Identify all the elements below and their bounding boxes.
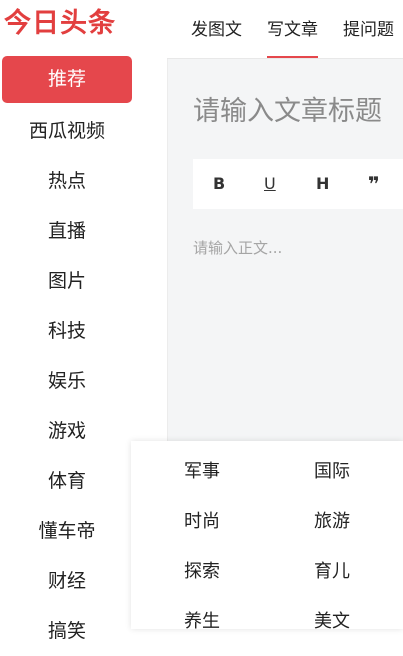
sidebar-nav: 推荐 西瓜视频 热点 直播 图片 科技 娱乐 游戏 体育 懂车帝 财经 搞笑 xyxy=(0,56,134,656)
dropdown-item-parenting[interactable]: 育儿 xyxy=(314,560,350,584)
sidebar-item-games[interactable]: 游戏 xyxy=(0,406,134,456)
sidebar-item-hot[interactable]: 热点 xyxy=(0,156,134,206)
sidebar-item-finance[interactable]: 财经 xyxy=(0,556,134,606)
sidebar-item-live[interactable]: 直播 xyxy=(0,206,134,256)
dropdown-item-explore[interactable]: 探索 xyxy=(184,560,220,584)
publish-tabbar: 发图文 写文章 提问题 xyxy=(167,0,403,59)
sidebar-item-xigua-video[interactable]: 西瓜视频 xyxy=(0,106,134,156)
tab-ask-question[interactable]: 提问题 xyxy=(343,0,394,58)
more-channels-dropdown: 军事 国际 时尚 旅游 探索 育儿 养生 美文 xyxy=(131,441,403,632)
article-body-input[interactable]: 请输入正文... xyxy=(193,237,282,258)
sidebar-item-funny[interactable]: 搞笑 xyxy=(0,606,134,656)
article-title-input[interactable]: 请输入文章标题 xyxy=(193,89,403,128)
sidebar-item-pictures[interactable]: 图片 xyxy=(0,256,134,306)
tab-write-article[interactable]: 写文章 xyxy=(267,0,318,58)
dropdown-item-international[interactable]: 国际 xyxy=(314,460,350,484)
heading-button[interactable]: H xyxy=(316,159,329,209)
quote-icon[interactable]: ❞ xyxy=(368,159,380,209)
sidebar-item-dongchedi[interactable]: 懂车帝 xyxy=(0,506,134,556)
dropdown-item-health[interactable]: 养生 xyxy=(184,610,220,634)
sidebar-item-tech[interactable]: 科技 xyxy=(0,306,134,356)
tab-post-image-text[interactable]: 发图文 xyxy=(191,0,242,58)
sidebar-item-entertainment[interactable]: 娱乐 xyxy=(0,356,134,406)
dropdown-item-military[interactable]: 军事 xyxy=(184,460,220,484)
sidebar-item-sports[interactable]: 体育 xyxy=(0,456,134,506)
dropdown-item-travel[interactable]: 旅游 xyxy=(314,510,350,534)
bold-button[interactable]: B xyxy=(213,159,225,209)
underline-button[interactable]: U xyxy=(264,159,276,209)
logo[interactable]: 今日头条 xyxy=(4,4,116,44)
editor-toolbar: B U H ❞ xyxy=(193,159,403,209)
sidebar-item-recommend[interactable]: 推荐 xyxy=(2,56,132,103)
dropdown-item-fashion[interactable]: 时尚 xyxy=(184,510,220,534)
dropdown-item-essays[interactable]: 美文 xyxy=(314,610,350,634)
sidebar: 今日头条 推荐 西瓜视频 热点 直播 图片 科技 娱乐 游戏 体育 懂车帝 财经… xyxy=(0,0,134,642)
